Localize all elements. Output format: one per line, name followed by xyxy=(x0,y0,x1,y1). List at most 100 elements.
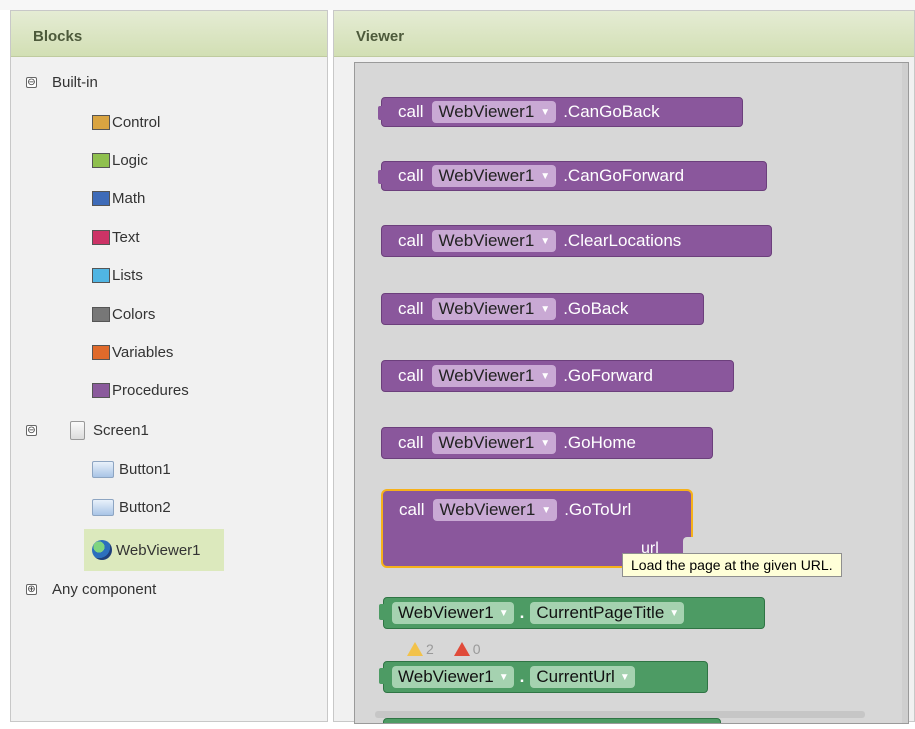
component-name: WebViewer1 xyxy=(438,433,535,452)
dropdown-arrow-icon: ▼ xyxy=(498,671,509,683)
procedures-swatch-icon xyxy=(92,382,110,398)
component-dropdown[interactable]: WebViewer1 ▼ xyxy=(431,298,557,320)
top-strip xyxy=(0,0,915,10)
dropdown-arrow-icon: ▼ xyxy=(540,106,551,118)
control-swatch-icon xyxy=(92,114,110,130)
property-name: CurrentUrl xyxy=(536,667,615,686)
component-dropdown[interactable]: WebViewer1 ▼ xyxy=(432,499,558,521)
dropdown-arrow-icon: ▼ xyxy=(498,607,509,619)
error-count[interactable]: 0 xyxy=(453,641,481,657)
getter-block-partial[interactable] xyxy=(383,718,721,723)
error-icon xyxy=(453,642,470,656)
tree-item-button2[interactable]: Button2 xyxy=(92,492,171,522)
tree-item-any-component[interactable]: ⊕ Any component xyxy=(11,574,311,604)
call-block-cangoback[interactable]: call WebViewer1 ▼ .CanGoBack xyxy=(378,97,743,127)
blocks-panel-title: Blocks xyxy=(11,11,327,57)
tree-item-label: Button1 xyxy=(119,460,171,478)
colors-swatch-icon xyxy=(92,306,110,322)
call-block-clearlocations[interactable]: call WebViewer1 ▼ .ClearLocations xyxy=(381,225,772,257)
dot-separator: . xyxy=(519,667,525,686)
getter-block-currentpagetitle[interactable]: WebViewer1 ▼ . CurrentPageTitle ▼ xyxy=(379,597,765,629)
previous-connector xyxy=(378,106,384,120)
component-name: WebViewer1 xyxy=(398,667,494,686)
tree-item-label: Logic xyxy=(112,151,148,169)
warning-icon xyxy=(407,642,423,656)
tree-item-label: Control xyxy=(112,113,161,131)
text-swatch-icon xyxy=(92,229,110,245)
dropdown-arrow-icon: ▼ xyxy=(540,370,551,382)
horizontal-scrollbar[interactable] xyxy=(375,711,865,718)
call-keyword: call xyxy=(398,299,424,318)
call-block-goforward[interactable]: call WebViewer1 ▼ .GoForward xyxy=(381,360,734,392)
tree-item-label: Screen1 xyxy=(93,421,149,439)
call-keyword: call xyxy=(398,433,424,452)
vertical-scrollbar[interactable] xyxy=(902,63,908,723)
tree-item-screen1[interactable]: ⊖ Screen1 xyxy=(11,415,311,445)
property-name: CurrentPageTitle xyxy=(536,603,665,622)
dropdown-arrow-icon: ▼ xyxy=(669,607,680,619)
method-name: .GoToUrl xyxy=(564,500,632,519)
tree-item-procedures[interactable]: Procedures xyxy=(92,375,189,405)
tooltip: Load the page at the given URL. xyxy=(622,553,842,577)
tree-item-label: Math xyxy=(112,189,146,207)
blocks-panel: Blocks ⊖ Built-in Control Logic Math Tex… xyxy=(10,10,328,722)
dropdown-arrow-icon: ▼ xyxy=(540,437,551,449)
component-dropdown[interactable]: WebViewer1 ▼ xyxy=(392,666,514,688)
output-connector xyxy=(379,604,385,620)
tree-item-label: Procedures xyxy=(112,381,189,399)
call-keyword: call xyxy=(398,166,424,185)
dropdown-arrow-icon: ▼ xyxy=(540,170,551,182)
call-block-cangoforward[interactable]: call WebViewer1 ▼ .CanGoForward xyxy=(378,161,767,191)
component-dropdown[interactable]: WebViewer1 ▼ xyxy=(431,165,557,187)
viewer-panel: Viewer call WebViewer1 ▼ .CanGoBack call … xyxy=(333,10,915,724)
tree-item-logic[interactable]: Logic xyxy=(92,145,148,175)
tree-item-webviewer1[interactable]: WebViewer1 xyxy=(84,529,224,571)
expand-toggle-icon[interactable]: ⊕ xyxy=(26,584,37,595)
property-dropdown[interactable]: CurrentPageTitle ▼ xyxy=(530,602,685,624)
component-dropdown[interactable]: WebViewer1 ▼ xyxy=(392,602,514,624)
method-name: .CanGoForward xyxy=(563,166,685,185)
call-keyword: call xyxy=(398,366,424,385)
tree-item-label: Any component xyxy=(52,580,157,598)
call-block-gohome[interactable]: call WebViewer1 ▼ .GoHome xyxy=(381,427,713,459)
component-name: WebViewer1 xyxy=(438,231,535,250)
blocks-workspace[interactable]: call WebViewer1 ▼ .CanGoBack call WebView… xyxy=(354,62,909,724)
component-dropdown[interactable]: WebViewer1 ▼ xyxy=(431,230,557,252)
component-dropdown[interactable]: WebViewer1 ▼ xyxy=(431,101,557,123)
method-name: .ClearLocations xyxy=(563,231,682,250)
output-connector xyxy=(379,668,385,684)
collapse-toggle-icon[interactable]: ⊖ xyxy=(26,425,37,436)
collapse-toggle-icon[interactable]: ⊖ xyxy=(26,77,37,88)
tree-item-label: Button2 xyxy=(119,498,171,516)
component-name: WebViewer1 xyxy=(439,500,536,519)
warning-count[interactable]: 2 xyxy=(407,641,434,657)
tree-item-label: Lists xyxy=(112,266,143,284)
button-component-icon xyxy=(92,498,114,516)
call-keyword: call xyxy=(398,231,424,250)
warning-indicator[interactable]: 2 0 xyxy=(407,641,481,657)
component-dropdown[interactable]: WebViewer1 ▼ xyxy=(431,365,557,387)
tree-item-colors[interactable]: Colors xyxy=(92,299,155,329)
tree-item-label: Built-in xyxy=(52,73,98,91)
property-dropdown[interactable]: CurrentUrl ▼ xyxy=(530,666,635,688)
call-keyword: call xyxy=(399,500,425,519)
tree-item-math[interactable]: Math xyxy=(92,183,145,213)
tree-item-lists[interactable]: Lists xyxy=(92,260,143,290)
tree-item-control[interactable]: Control xyxy=(92,107,160,137)
tree-item-built-in[interactable]: ⊖ Built-in xyxy=(11,67,311,97)
logic-swatch-icon xyxy=(92,152,110,168)
tree-item-variables[interactable]: Variables xyxy=(92,337,173,367)
call-block-goback[interactable]: call WebViewer1 ▼ .GoBack xyxy=(381,293,704,325)
tree-item-button1[interactable]: Button1 xyxy=(92,454,171,484)
tree-item-text[interactable]: Text xyxy=(92,222,140,252)
method-name: .GoForward xyxy=(563,366,653,385)
call-keyword: call xyxy=(398,102,424,121)
dropdown-arrow-icon: ▼ xyxy=(540,235,551,247)
dropdown-arrow-icon: ▼ xyxy=(619,671,630,683)
getter-block-currenturl[interactable]: WebViewer1 ▼ . CurrentUrl ▼ xyxy=(379,661,708,693)
globe-icon xyxy=(92,540,112,560)
component-dropdown[interactable]: WebViewer1 ▼ xyxy=(431,432,557,454)
dropdown-arrow-icon: ▼ xyxy=(541,504,552,516)
lists-swatch-icon xyxy=(92,267,110,283)
component-name: WebViewer1 xyxy=(438,366,535,385)
